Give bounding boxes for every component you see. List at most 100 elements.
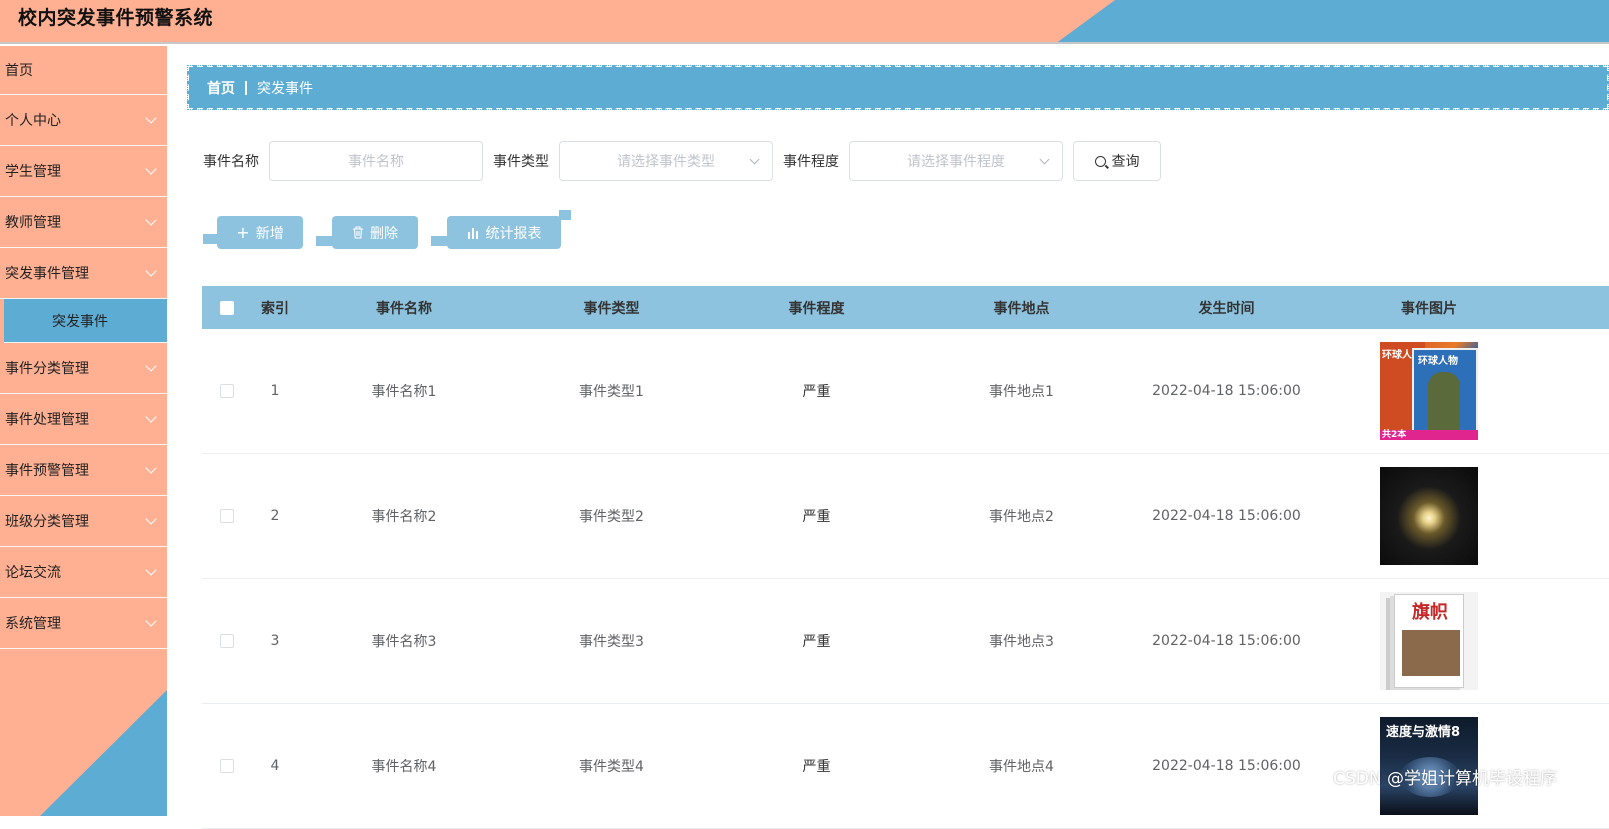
sidebar-item-label: 事件分类管理 — [5, 361, 89, 377]
lightbulb-image[interactable] — [1380, 467, 1478, 565]
cell-index: 4 — [270, 758, 280, 774]
magazine-stack-image[interactable]: 旗帜 — [1380, 592, 1478, 690]
search-icon — [1094, 155, 1106, 167]
cell-image: 环球人 环球人物 共2本 — [1329, 342, 1529, 440]
sidebar-item-class-category[interactable]: 班级分类管理 — [0, 496, 167, 547]
cell-image — [1329, 467, 1529, 565]
button-decoration — [559, 210, 571, 220]
add-button[interactable]: + 新增 — [203, 216, 303, 249]
sidebar-item-label: 突发事件管理 — [5, 266, 89, 282]
event-name-label: 事件名称 — [203, 154, 259, 170]
chevron-down-icon — [1039, 154, 1050, 165]
table-header: 索引 事件名称 事件类型 事件程度 事件地点 发生时间 事件图片 — [202, 286, 1609, 329]
cell-place: 事件地点4 — [989, 759, 1054, 775]
sidebar: 首页 个人中心 学生管理 教师管理 突发事件管理 突发事件 事件分类管理 事件处… — [0, 46, 167, 816]
sidebar-item-label: 事件处理管理 — [5, 412, 89, 428]
event-level-select[interactable]: 请选择事件程度 — [849, 141, 1063, 181]
event-level-placeholder: 请选择事件程度 — [907, 154, 1005, 170]
cell-time: 2022-04-18 15:06:00 — [1152, 633, 1301, 649]
chevron-down-icon — [145, 513, 157, 525]
delete-button-label: 删除 — [370, 225, 398, 242]
delete-button[interactable]: 删除 — [316, 216, 418, 249]
sidebar-subitem-emergency-events[interactable]: 突发事件 — [4, 299, 167, 343]
chevron-down-icon — [145, 112, 157, 124]
cell-name: 事件名称1 — [371, 384, 437, 400]
sidebar-item-label: 论坛交流 — [5, 565, 61, 581]
sidebar-item-event-warning[interactable]: 事件预警管理 — [0, 445, 167, 496]
sidebar-item-emergency-management[interactable]: 突发事件管理 — [0, 248, 167, 299]
column-header-place: 事件地点 — [993, 300, 1050, 317]
table-row: 3 事件名称3 事件类型3 严重 事件地点3 2022-04-18 15:06:… — [202, 579, 1609, 704]
query-button[interactable]: 查询 — [1073, 141, 1161, 181]
event-name-input[interactable]: 事件名称 — [269, 141, 483, 181]
sidebar-item-label: 系统管理 — [5, 616, 61, 632]
select-all-cell — [202, 300, 251, 315]
sidebar-item-event-category[interactable]: 事件分类管理 — [0, 343, 167, 394]
column-header-type: 事件类型 — [583, 300, 640, 317]
cell-level: 严重 — [802, 759, 831, 775]
sidebar-item-student-management[interactable]: 学生管理 — [0, 146, 167, 197]
query-button-label: 查询 — [1111, 154, 1140, 170]
sidebar-item-forum[interactable]: 论坛交流 — [0, 547, 167, 598]
button-decoration — [431, 236, 447, 246]
report-button[interactable]: 统计报表 — [431, 210, 571, 249]
cell-index: 1 — [270, 383, 280, 399]
events-table: 索引 事件名称 事件类型 事件程度 事件地点 发生时间 事件图片 1 事件名称1… — [202, 286, 1609, 829]
watermark: CSDN @学姐计算机毕设程序 — [1333, 769, 1557, 789]
button-decoration — [203, 234, 219, 244]
cell-time: 2022-04-18 15:06:00 — [1152, 508, 1301, 524]
select-all-checkbox[interactable] — [219, 300, 234, 315]
report-button-label: 统计报表 — [485, 225, 542, 242]
sidebar-item-label: 班级分类管理 — [5, 514, 89, 530]
breadcrumb-separator — [245, 80, 247, 95]
cell-name: 事件名称4 — [371, 759, 437, 775]
event-type-select[interactable]: 请选择事件类型 — [559, 141, 773, 181]
cell-type: 事件类型3 — [579, 634, 644, 650]
app-title: 校内突发事件预警系统 — [18, 7, 214, 29]
cell-index: 2 — [270, 508, 280, 524]
header-salmon-band — [0, 0, 1115, 42]
image-part — [1428, 372, 1460, 432]
sidebar-item-home[interactable]: 首页 — [0, 46, 167, 95]
column-header-time: 发生时间 — [1198, 300, 1255, 317]
event-type-label: 事件类型 — [493, 154, 549, 170]
cell-time: 2022-04-18 15:06:00 — [1152, 758, 1301, 774]
chevron-down-icon — [145, 411, 157, 423]
table-row: 2 事件名称2 事件类型2 严重 事件地点2 2022-04-18 15:06:… — [202, 454, 1609, 579]
mouse-cursor-icon — [230, 261, 252, 283]
sidebar-item-personal-center[interactable]: 个人中心 — [0, 95, 167, 146]
event-type-placeholder: 请选择事件类型 — [617, 154, 715, 170]
plus-icon: + — [236, 223, 250, 242]
breadcrumb-home[interactable]: 首页 — [207, 78, 235, 98]
search-form: 事件名称 事件名称 事件类型 请选择事件类型 事件程度 请选择事件程度 查询 — [203, 141, 1161, 181]
chevron-down-icon — [145, 214, 157, 226]
cell-type: 事件类型2 — [579, 509, 644, 525]
row-select-cell — [202, 509, 251, 523]
image-text: 环球人物 — [1418, 356, 1458, 367]
button-decoration — [316, 236, 332, 246]
row-checkbox[interactable] — [219, 634, 234, 648]
row-checkbox[interactable] — [219, 384, 234, 398]
row-checkbox[interactable] — [219, 509, 234, 523]
sidebar-item-event-handling[interactable]: 事件处理管理 — [0, 394, 167, 445]
cell-level: 严重 — [802, 634, 831, 650]
sidebar-item-label: 事件预警管理 — [5, 463, 89, 479]
magazine-covers-image[interactable]: 环球人 环球人物 共2本 — [1380, 342, 1478, 440]
sidebar-item-teacher-management[interactable]: 教师管理 — [0, 197, 167, 248]
bar-chart-icon — [467, 227, 478, 239]
sidebar-item-system-management[interactable]: 系统管理 — [0, 598, 167, 649]
add-button-label: 新增 — [255, 225, 284, 242]
row-checkbox[interactable] — [219, 759, 234, 773]
column-header-index: 索引 — [261, 300, 289, 317]
chevron-down-icon — [145, 564, 157, 576]
column-header-name: 事件名称 — [376, 300, 432, 317]
cell-type: 事件类型4 — [579, 759, 644, 775]
cell-index: 3 — [270, 633, 280, 649]
image-text: 速度与激情8 — [1386, 725, 1461, 740]
chevron-down-icon — [145, 265, 157, 277]
cell-name: 事件名称3 — [371, 634, 437, 650]
image-text: 旗帜 — [1412, 602, 1448, 623]
chevron-down-icon — [749, 154, 760, 165]
trash-icon — [353, 226, 363, 239]
image-text: 共2本 — [1382, 430, 1407, 440]
